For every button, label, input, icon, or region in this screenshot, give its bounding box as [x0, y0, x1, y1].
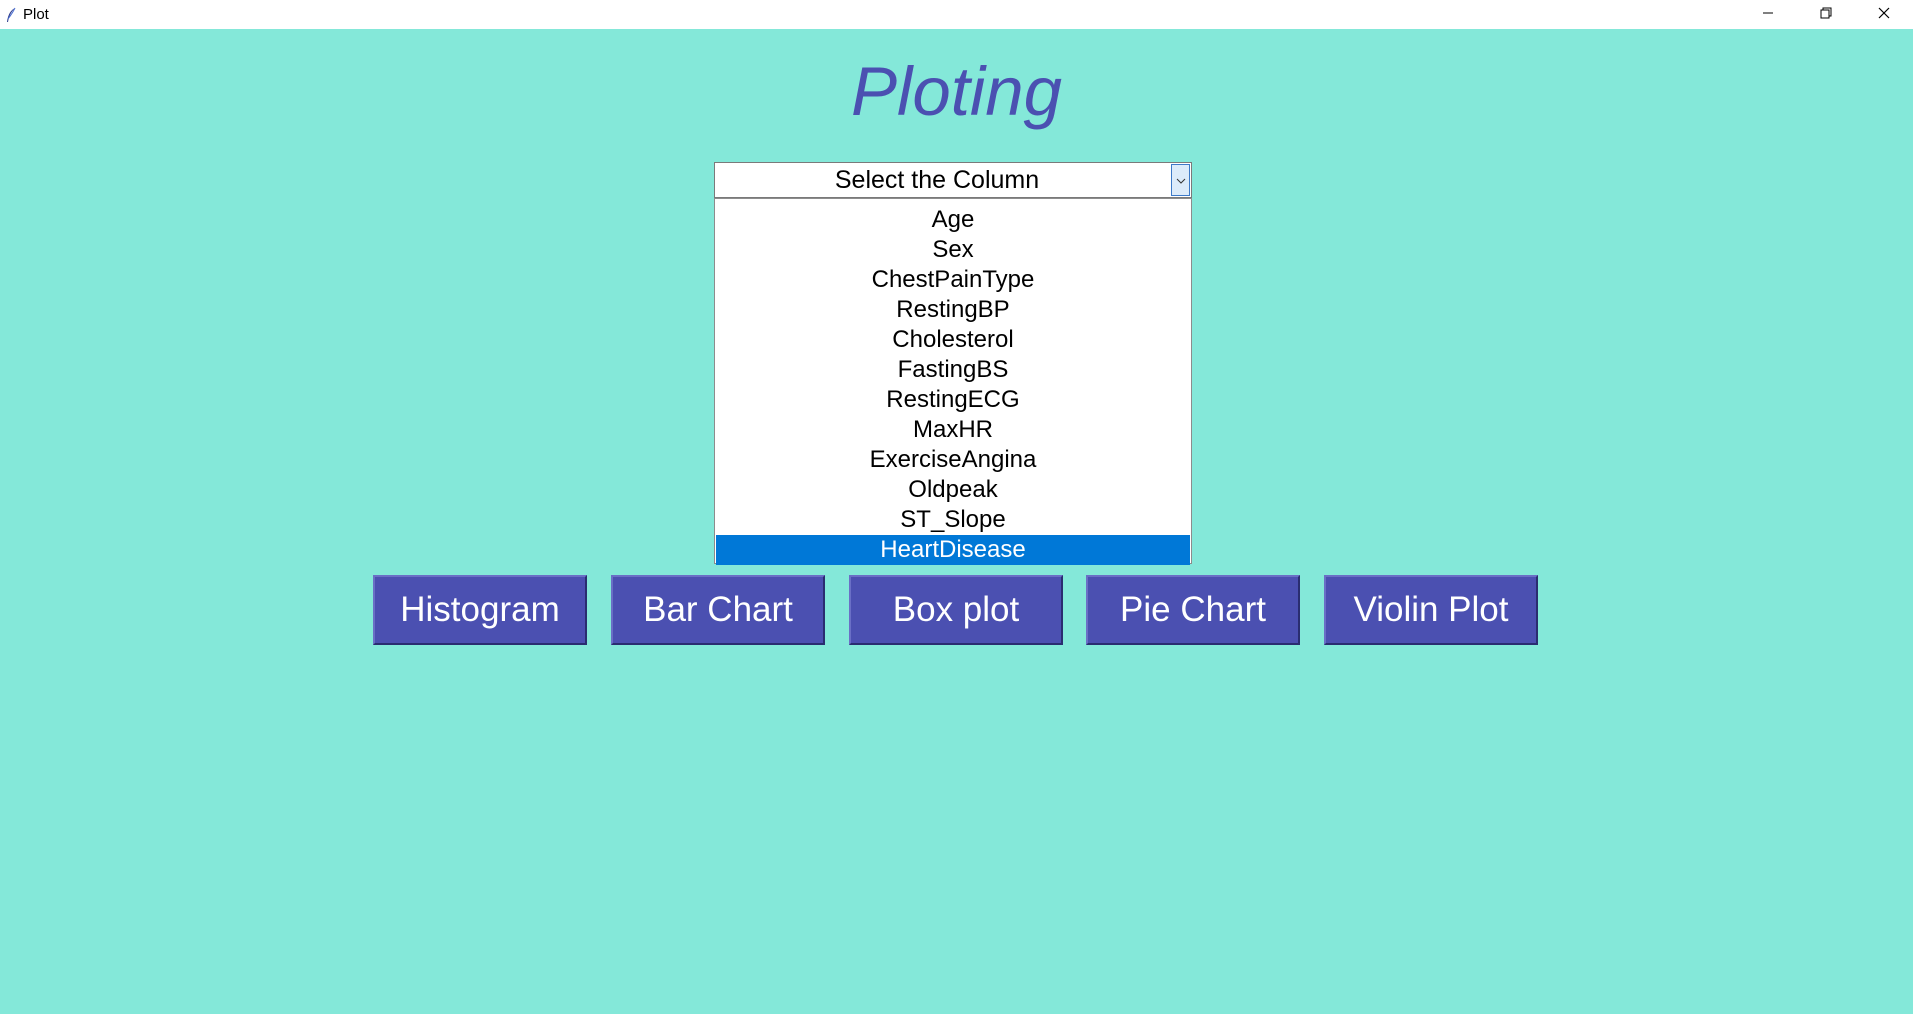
dropdown-option-fastingbs[interactable]: FastingBS — [716, 355, 1190, 385]
restore-icon — [1820, 6, 1832, 24]
combobox-dropdown-button[interactable] — [1171, 164, 1190, 196]
window-client-area: Ploting Select the Column Age Sex ChestP… — [0, 29, 1913, 1014]
minimize-icon — [1762, 6, 1774, 24]
feather-icon — [3, 7, 19, 23]
combobox-value: Select the Column — [834, 166, 1040, 194]
dropdown-option-cholesterol[interactable]: Cholesterol — [716, 325, 1190, 355]
violin-plot-button[interactable]: Violin Plot — [1324, 575, 1538, 645]
pie-chart-button[interactable]: Pie Chart — [1086, 575, 1300, 645]
close-button[interactable] — [1855, 0, 1913, 29]
box-plot-button[interactable]: Box plot — [849, 575, 1063, 645]
close-icon — [1878, 6, 1890, 24]
chevron-down-icon — [1176, 171, 1186, 189]
dropdown-option-st-slope[interactable]: ST_Slope — [716, 505, 1190, 535]
minimize-button[interactable] — [1739, 0, 1797, 29]
column-dropdown-list[interactable]: Age Sex ChestPainType RestingBP Choleste… — [714, 198, 1192, 565]
window-title: Plot — [23, 6, 49, 23]
window-titlebar[interactable]: Plot — [0, 0, 1913, 29]
bar-chart-button[interactable]: Bar Chart — [611, 575, 825, 645]
dropdown-option-chestpaintype[interactable]: ChestPainType — [716, 265, 1190, 295]
column-select-combobox[interactable]: Select the Column — [714, 162, 1192, 198]
dropdown-option-maxhr[interactable]: MaxHR — [716, 415, 1190, 445]
dropdown-option-exerciseangina[interactable]: ExerciseAngina — [716, 445, 1190, 475]
page-title: Ploting — [851, 53, 1062, 130]
dropdown-option-sex[interactable]: Sex — [716, 235, 1190, 265]
restore-button[interactable] — [1797, 0, 1855, 29]
dropdown-option-restingbp[interactable]: RestingBP — [716, 295, 1190, 325]
dropdown-option-heartdisease[interactable]: HeartDisease — [716, 535, 1190, 565]
histogram-button[interactable]: Histogram — [373, 575, 587, 645]
dropdown-option-restingecg[interactable]: RestingECG — [716, 385, 1190, 415]
dropdown-option-oldpeak[interactable]: Oldpeak — [716, 475, 1190, 505]
window-controls — [1739, 0, 1913, 29]
dropdown-option-age[interactable]: Age — [716, 205, 1190, 235]
